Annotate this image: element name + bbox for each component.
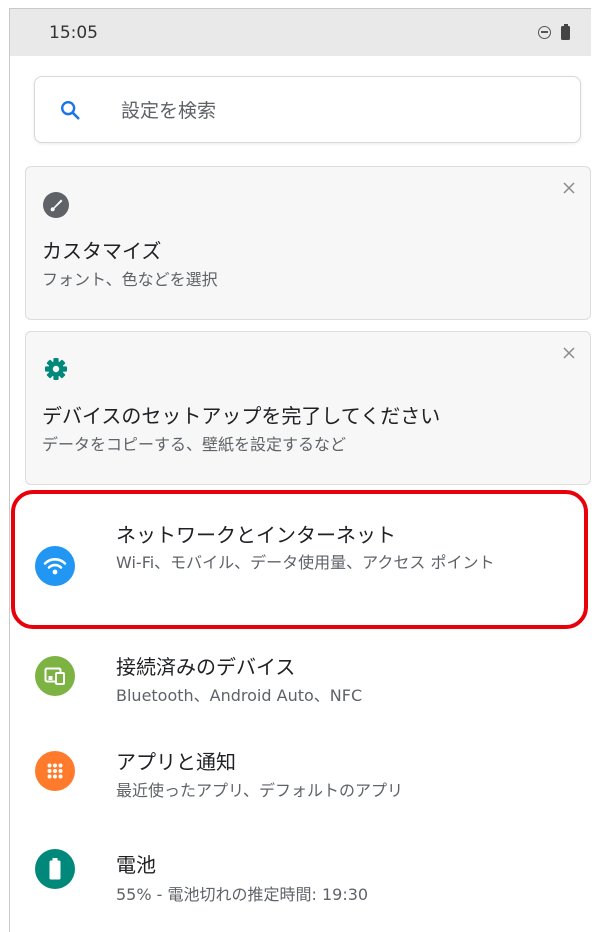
wifi-icon xyxy=(35,546,75,586)
apps-grid-icon xyxy=(35,751,75,791)
battery-status-icon xyxy=(561,23,570,40)
item-subtitle: 最近使ったアプリ、デフォルトのアプリ xyxy=(116,781,404,800)
search-icon xyxy=(61,100,80,120)
suggestion-card-customize[interactable]: カスタマイズ フォント、色などを選択 xyxy=(25,166,591,320)
card-subtitle: フォント、色などを選択 xyxy=(42,270,218,289)
settings-item-battery[interactable]: 電池 55% - 電池切れの推定時間: 19:30 xyxy=(10,829,591,909)
gear-icon xyxy=(45,358,67,380)
search-placeholder: 設定を検索 xyxy=(121,100,217,122)
connected-devices-icon xyxy=(35,656,75,696)
battery-icon xyxy=(35,849,75,889)
close-icon[interactable] xyxy=(557,176,581,200)
settings-item-apps[interactable]: アプリと通知 最近使ったアプリ、デフォルトのアプリ xyxy=(10,734,591,814)
settings-screen: 15:05 設定を検索 カスタマイズ フォント、色などを選択 デバイスのセットア… xyxy=(9,8,591,932)
card-title: カスタマイズ xyxy=(42,239,162,263)
item-title: 接続済みのデバイス xyxy=(116,655,296,679)
item-title: アプリと通知 xyxy=(116,750,236,774)
suggestion-card-setup[interactable]: デバイスのセットアップを完了してください データをコピーする、壁紙を設定するなど xyxy=(25,331,591,485)
card-subtitle: データをコピーする、壁紙を設定するなど xyxy=(42,435,347,454)
status-icons xyxy=(538,23,570,40)
item-title: 電池 xyxy=(116,853,156,877)
settings-item-network[interactable]: ネットワークとインターネット Wi-Fi、モバイル、データ使用量、アクセス ポイ… xyxy=(10,501,591,621)
card-title: デバイスのセットアップを完了してください xyxy=(42,404,441,428)
item-subtitle: Wi-Fi、モバイル、データ使用量、アクセス ポイント xyxy=(116,553,495,572)
status-time: 15:05 xyxy=(49,22,98,43)
close-icon[interactable] xyxy=(557,341,581,365)
paintbrush-icon xyxy=(43,192,69,218)
item-title: ネットワークとインターネット xyxy=(116,523,396,547)
item-subtitle: 55% - 電池切れの推定時間: 19:30 xyxy=(116,885,369,904)
item-subtitle: Bluetooth、Android Auto、NFC xyxy=(116,686,363,705)
settings-item-connected-devices[interactable]: 接続済みのデバイス Bluetooth、Android Auto、NFC xyxy=(10,639,591,719)
status-bar: 15:05 xyxy=(10,9,591,56)
do-not-disturb-icon xyxy=(538,26,551,39)
search-bar[interactable]: 設定を検索 xyxy=(34,76,581,143)
